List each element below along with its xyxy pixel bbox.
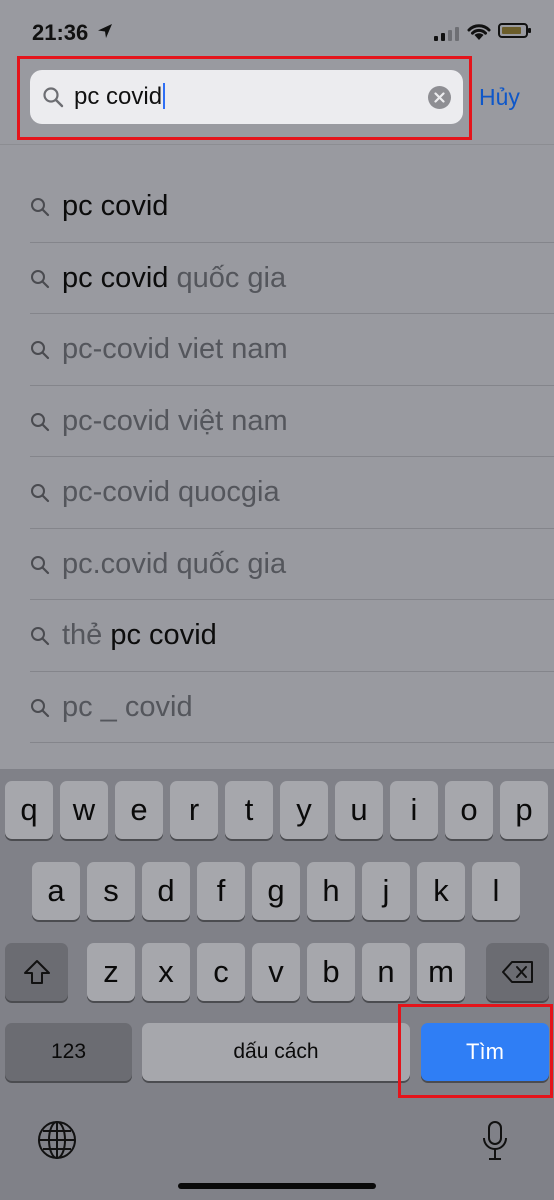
space-key[interactable]: dấu cách <box>142 1023 410 1081</box>
suggestion-rest: quốc gia <box>168 261 287 294</box>
key-y[interactable]: y <box>280 781 328 839</box>
location-arrow-icon <box>98 24 112 38</box>
key-i[interactable]: i <box>390 781 438 839</box>
shift-icon <box>23 960 50 984</box>
numbers-key[interactable]: 123 <box>5 1023 132 1081</box>
cancel-button[interactable]: Hủy <box>479 84 520 111</box>
suggestion-rest: pc-covid viet nam <box>62 333 288 365</box>
key-n[interactable]: n <box>362 943 410 1001</box>
search-icon <box>31 698 50 717</box>
search-icon <box>31 484 50 503</box>
key-a[interactable]: a <box>32 862 80 920</box>
key-s[interactable]: s <box>87 862 135 920</box>
key-k[interactable]: k <box>417 862 465 920</box>
key-r[interactable]: r <box>170 781 218 839</box>
battery-icon <box>498 23 531 38</box>
suggestion-item[interactable]: pc-covid việt nam <box>0 386 554 457</box>
divider <box>0 144 554 145</box>
key-q[interactable]: q <box>5 781 53 839</box>
suggestion-item[interactable]: pc covid <box>0 171 554 243</box>
microphone-icon[interactable] <box>482 1120 508 1162</box>
key-x[interactable]: x <box>142 943 190 1001</box>
search-key-highlight-box <box>398 1004 553 1098</box>
suggestion-bold: pc covid <box>110 619 217 651</box>
shift-button[interactable] <box>5 943 68 1001</box>
suggestion-rest: pc-covid việt nam <box>62 404 288 437</box>
key-z[interactable]: z <box>87 943 135 1001</box>
key-m[interactable]: m <box>417 943 465 1001</box>
backspace-icon <box>501 961 533 983</box>
key-f[interactable]: f <box>197 862 245 920</box>
key-w[interactable]: w <box>60 781 108 839</box>
key-u[interactable]: u <box>335 781 383 839</box>
suggestion-item[interactable]: pc _ covid <box>0 672 554 743</box>
search-icon <box>31 198 50 217</box>
key-t[interactable]: t <box>225 781 273 839</box>
suggestion-item[interactable]: pc.covid quốc gia <box>0 529 554 600</box>
key-e[interactable]: e <box>115 781 163 839</box>
backspace-button[interactable] <box>486 943 549 1001</box>
status-time: 21:36 <box>32 20 89 45</box>
key-o[interactable]: o <box>445 781 493 839</box>
search-icon <box>31 627 50 646</box>
suggestion-rest: pc-covid quocgia <box>62 476 280 508</box>
search-highlight-box <box>17 56 472 140</box>
key-j[interactable]: j <box>362 862 410 920</box>
suggestion-item[interactable]: thẻ pc covid <box>0 600 554 672</box>
suggestion-item[interactable]: pc-covid viet nam <box>0 314 554 386</box>
key-v[interactable]: v <box>252 943 300 1001</box>
key-b[interactable]: b <box>307 943 355 1001</box>
suggestion-item[interactable]: pc-covid quocgia <box>0 457 554 529</box>
suggestion-item[interactable]: pc covid quốc gia <box>0 243 554 314</box>
home-indicator[interactable] <box>178 1183 376 1189</box>
suggestion-bold: pc covid <box>62 261 169 294</box>
signal-icon <box>434 25 459 41</box>
search-icon <box>31 341 50 360</box>
suggestion-rest: pc.covid quốc gia <box>62 547 287 580</box>
key-d[interactable]: d <box>142 862 190 920</box>
search-icon <box>31 412 50 431</box>
search-icon <box>31 269 50 288</box>
key-g[interactable]: g <box>252 862 300 920</box>
globe-icon[interactable] <box>36 1119 78 1161</box>
suggestion-list: pc covid pc covid quốc gia pc-covid viet… <box>0 171 554 743</box>
suggestion-prefix: thẻ <box>62 619 111 651</box>
key-l[interactable]: l <box>472 862 520 920</box>
suggestion-rest: pc _ covid <box>62 690 193 723</box>
suggestion-bold: pc covid <box>62 190 169 222</box>
key-h[interactable]: h <box>307 862 355 920</box>
wifi-icon <box>467 24 491 40</box>
key-p[interactable]: p <box>500 781 548 839</box>
search-icon <box>31 555 50 574</box>
key-c[interactable]: c <box>197 943 245 1001</box>
